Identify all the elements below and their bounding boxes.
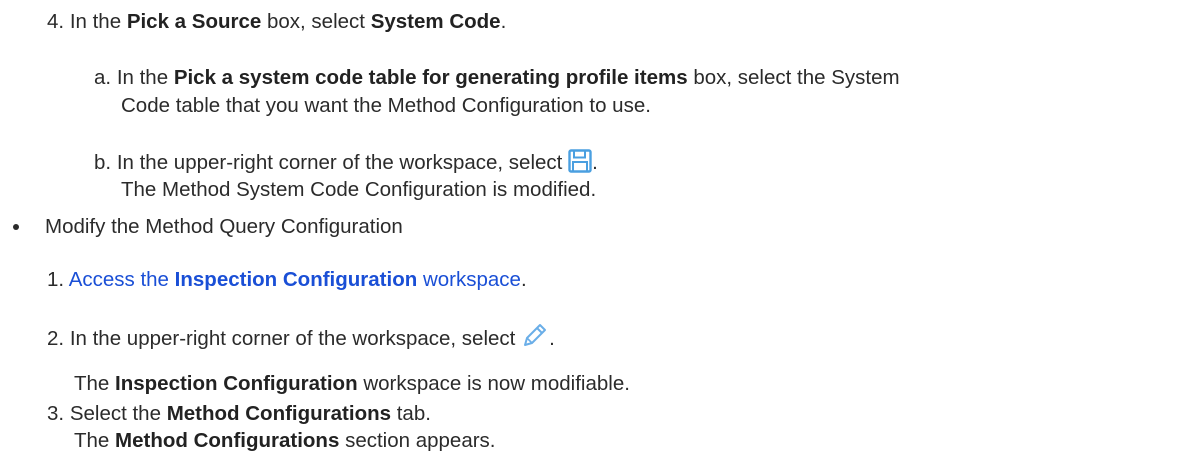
step-number: 3. bbox=[47, 402, 65, 425]
pencil-edit-icon bbox=[521, 321, 549, 356]
step-3: 3. Select the Method Configurations tab. bbox=[47, 402, 431, 425]
step-4: 4. In the Pick a Source box, select Syst… bbox=[47, 10, 507, 33]
step-a: a. In the Pick a system code table for g… bbox=[94, 66, 900, 89]
step-2: 2. In the upper-right corner of the work… bbox=[47, 321, 555, 356]
step-3-result: The Method Configurations section appear… bbox=[74, 429, 496, 452]
bullet-item: Modify the Method Query Configuration bbox=[45, 215, 403, 238]
access-inspection-configuration-link[interactable]: Access the Inspection Configuration work… bbox=[69, 268, 521, 291]
step-letter: a. bbox=[94, 66, 112, 89]
save-icon bbox=[568, 149, 592, 180]
step-b-result: The Method System Code Configuration is … bbox=[121, 178, 597, 201]
step-a-continuation: Code table that you want the Method Conf… bbox=[121, 94, 651, 117]
ui-term: System Code bbox=[370, 10, 501, 33]
ui-term: Pick a Source bbox=[126, 10, 262, 33]
step-number: 2. bbox=[47, 327, 65, 350]
step-2-result: The Inspection Configuration workspace i… bbox=[74, 372, 630, 395]
ui-term: Pick a system code table for generating … bbox=[173, 66, 688, 89]
ui-term: Inspection Configuration bbox=[115, 372, 358, 395]
bullet-marker bbox=[13, 224, 19, 230]
step-1: 1. Access the Inspection Configuration w… bbox=[47, 268, 527, 291]
step-letter: b. bbox=[94, 151, 112, 174]
step-number: 4. bbox=[47, 10, 65, 33]
step-number: 1. bbox=[47, 268, 65, 291]
step-b: b. In the upper-right corner of the work… bbox=[94, 149, 598, 180]
ui-term: Method Configurations bbox=[166, 402, 392, 425]
ui-term: Method Configurations bbox=[115, 429, 340, 452]
